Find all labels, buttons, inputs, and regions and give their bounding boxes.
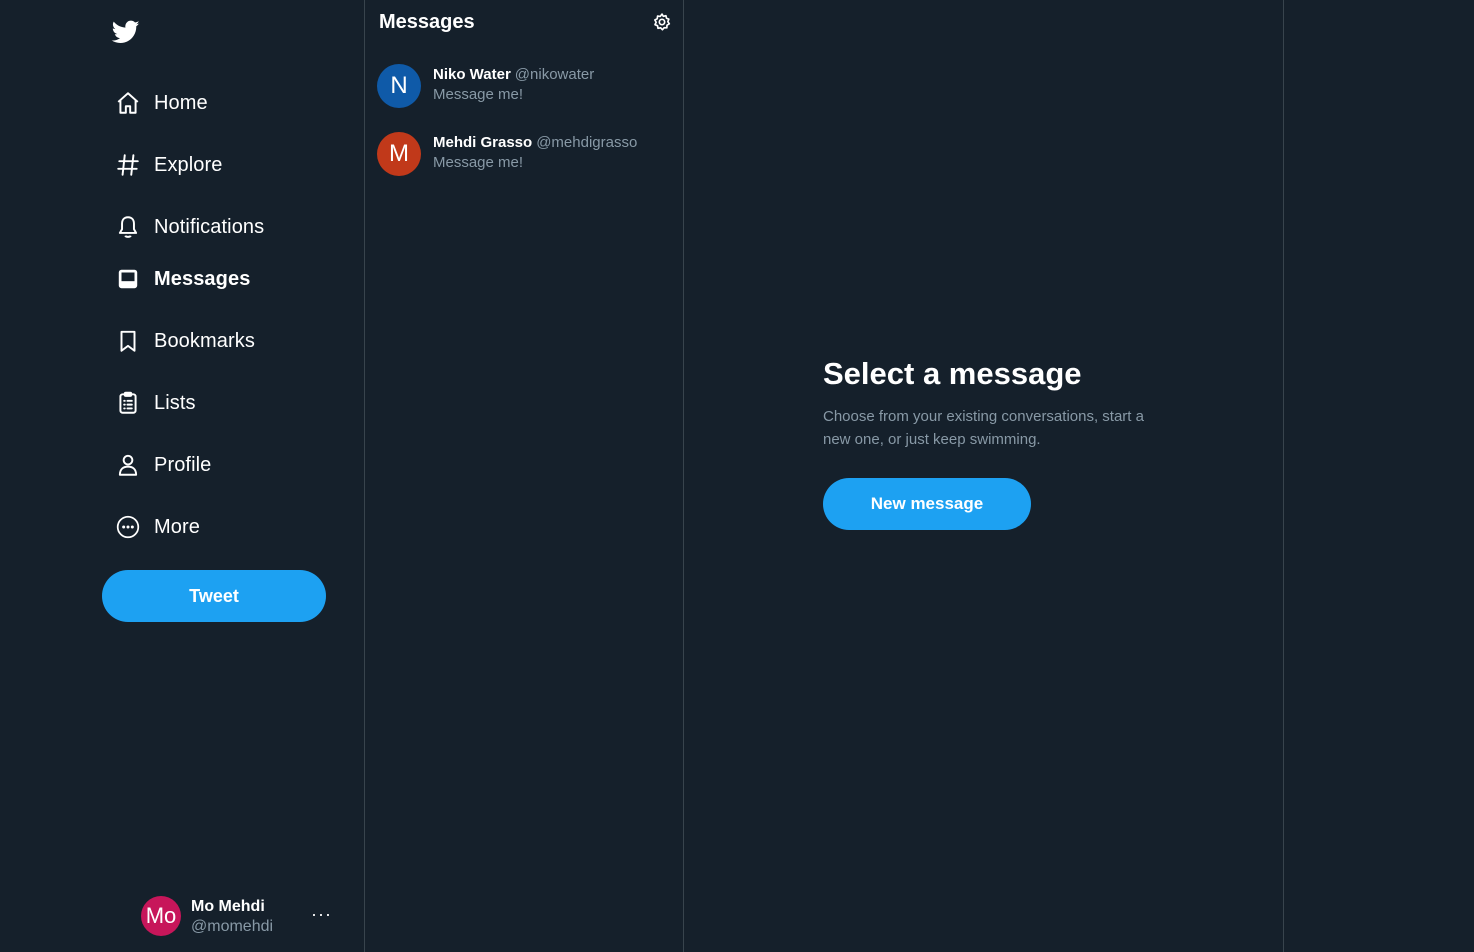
new-message-button[interactable]: New message bbox=[823, 478, 1031, 530]
avatar: N bbox=[377, 64, 421, 108]
conversation-snippet: Message me! bbox=[433, 86, 524, 103]
tweet-button[interactable]: Tweet bbox=[102, 570, 326, 622]
nav-profile[interactable]: Profile bbox=[114, 445, 334, 485]
messages-column: Messages N Niko Water @nikowater Message … bbox=[364, 0, 684, 952]
conversation-item[interactable]: N Niko Water @nikowater Message me! bbox=[365, 64, 683, 124]
empty-state-description: Choose from your existing conversations,… bbox=[823, 408, 1144, 448]
nav-label: Bookmarks bbox=[154, 329, 255, 352]
avatar: M bbox=[377, 132, 421, 176]
nav-explore[interactable]: Explore bbox=[114, 145, 334, 185]
more-horizontal-icon[interactable]: ··· bbox=[311, 904, 332, 925]
empty-state-title: Select a message bbox=[823, 356, 1082, 391]
gear-icon[interactable] bbox=[652, 12, 672, 32]
conversation-detail: Select a message Choose from your existi… bbox=[684, 0, 1284, 952]
account-handle: @momehdi bbox=[191, 918, 274, 935]
conversation-handle: @nikowater bbox=[514, 66, 595, 83]
twitter-bird-icon[interactable] bbox=[111, 18, 141, 46]
person-icon bbox=[114, 451, 142, 479]
app: Home Explore Notifications Messages Book… bbox=[0, 0, 1474, 952]
nav-notifications[interactable]: Notifications bbox=[114, 207, 334, 247]
conversation-handle: @mehdigrasso bbox=[536, 134, 638, 151]
list-icon bbox=[114, 389, 142, 417]
nav-home[interactable]: Home bbox=[114, 83, 334, 123]
nav-more[interactable]: More bbox=[114, 507, 334, 547]
nav-label: Profile bbox=[154, 453, 212, 476]
nav-label: Home bbox=[154, 91, 208, 114]
bell-icon bbox=[114, 213, 142, 241]
nav-label: Lists bbox=[154, 391, 196, 414]
account-name: Mo Mehdi bbox=[191, 898, 265, 915]
more-circle-icon bbox=[114, 513, 142, 541]
account-switcher[interactable]: Mo Mo Mehdi @momehdi ··· bbox=[141, 896, 341, 938]
home-icon bbox=[114, 89, 142, 117]
nav-bookmarks[interactable]: Bookmarks bbox=[114, 321, 334, 361]
nav-label: Messages bbox=[154, 267, 251, 290]
nav-label: Notifications bbox=[154, 215, 265, 238]
conversation-title: Mehdi Grasso @mehdigrasso bbox=[433, 134, 637, 151]
nav-messages[interactable]: Messages bbox=[114, 259, 334, 299]
bookmark-icon bbox=[114, 327, 142, 355]
avatar: Mo bbox=[141, 896, 181, 936]
conversation-name: Niko Water bbox=[433, 66, 511, 83]
inbox-icon bbox=[114, 265, 142, 293]
conversation-name: Mehdi Grasso bbox=[433, 134, 533, 151]
conversation-snippet: Message me! bbox=[433, 154, 524, 171]
page-title: Messages bbox=[379, 11, 475, 33]
hashtag-icon bbox=[114, 151, 142, 179]
sidebar: Home Explore Notifications Messages Book… bbox=[0, 0, 364, 952]
conversation-item[interactable]: M Mehdi Grasso @mehdigrasso Message me! bbox=[365, 132, 683, 192]
nav-lists[interactable]: Lists bbox=[114, 383, 334, 423]
nav-label: More bbox=[154, 515, 200, 538]
conversation-title: Niko Water @nikowater bbox=[433, 66, 594, 83]
nav-label: Explore bbox=[154, 153, 223, 176]
